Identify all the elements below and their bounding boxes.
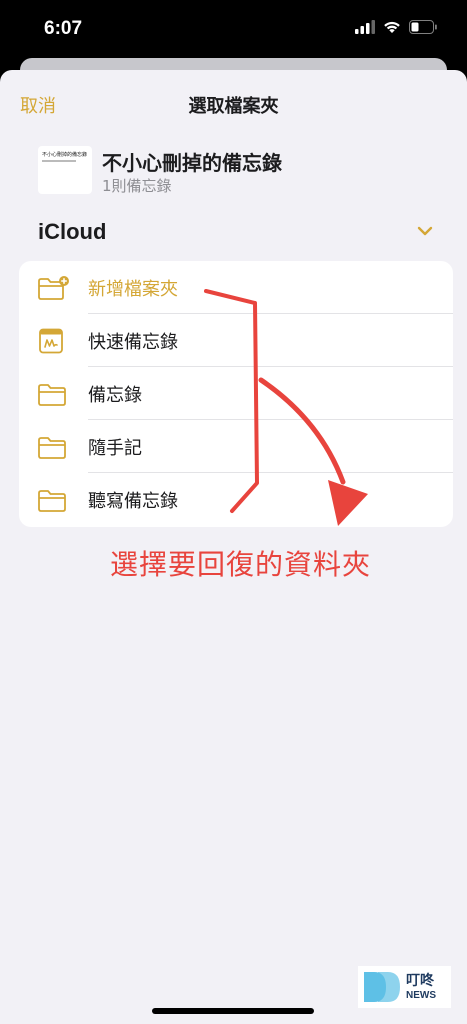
home-indicator xyxy=(152,1008,314,1014)
watermark-sub: NEWS xyxy=(406,990,436,1001)
watermark-logo: 叮咚 NEWS xyxy=(358,966,451,1008)
annotation-arrow xyxy=(204,289,368,526)
logo-icon xyxy=(364,972,400,1002)
watermark-name: 叮咚 xyxy=(406,973,434,989)
annotation-caption: 選擇要回復的資料夾 xyxy=(110,548,372,581)
